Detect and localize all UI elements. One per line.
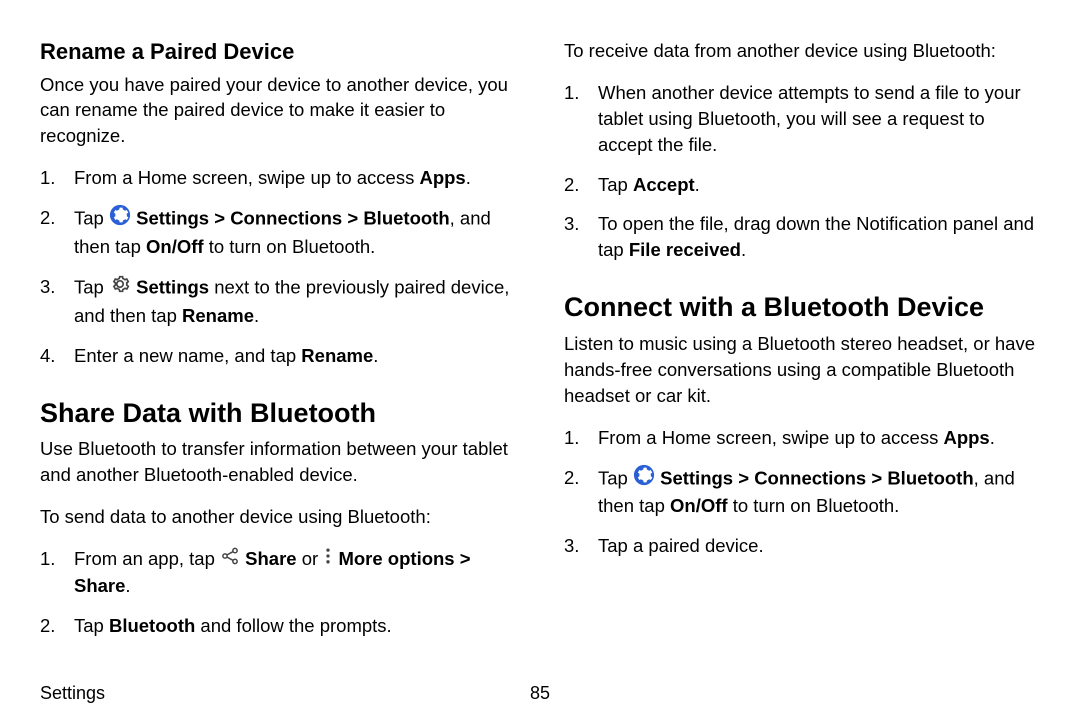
paragraph-connect-intro: Listen to music using a Bluetooth stereo… <box>564 331 1040 409</box>
footer-section-label: Settings <box>40 683 105 704</box>
text: . <box>990 427 995 448</box>
heading-rename-paired-device: Rename a Paired Device <box>40 38 516 66</box>
text: . <box>373 345 378 366</box>
receive-steps-list: When another device attempts to send a f… <box>564 80 1040 263</box>
paragraph-rename-intro: Once you have paired your device to anot… <box>40 72 516 150</box>
page-columns: Rename a Paired Device Once you have pai… <box>40 38 1040 653</box>
text-bold: > <box>342 207 363 228</box>
share-icon <box>220 546 240 573</box>
text-bold: On/Off <box>670 495 728 516</box>
text: to turn on Bluetooth. <box>204 236 376 257</box>
text: Tap <box>74 276 109 297</box>
paragraph-receive-intro: To receive data from another device usin… <box>564 38 1040 64</box>
text-bold: Bluetooth <box>109 615 195 636</box>
text-bold: Apps <box>943 427 989 448</box>
text-bold: Share <box>74 575 125 596</box>
text-bold: Settings <box>136 276 209 297</box>
paragraph-send-intro: To send data to another device using Blu… <box>40 504 516 530</box>
text-bold: More options <box>338 548 454 569</box>
text-bold: Apps <box>419 167 465 188</box>
text-bold: Rename <box>182 305 254 326</box>
text: Tap <box>598 467 633 488</box>
gear-filled-icon <box>633 464 655 493</box>
text-bold: Connections <box>754 467 866 488</box>
text-bold: On/Off <box>146 236 204 257</box>
text-bold: Bluetooth <box>887 467 973 488</box>
text-bold: > <box>455 548 471 569</box>
list-item: Tap Accept. <box>564 172 1040 198</box>
text: . <box>466 167 471 188</box>
list-item: Tap Settings next to the previously pair… <box>40 274 516 329</box>
heading-share-data: Share Data with Bluetooth <box>40 397 516 431</box>
list-item: To open the file, drag down the Notifica… <box>564 211 1040 263</box>
text: From a Home screen, swipe up to access <box>598 427 943 448</box>
text: Tap a paired device. <box>598 535 764 556</box>
paragraph-share-intro: Use Bluetooth to transfer information be… <box>40 436 516 488</box>
text-bold: Accept <box>633 174 695 195</box>
text: Tap <box>598 174 633 195</box>
list-item: From a Home screen, swipe up to access A… <box>564 425 1040 451</box>
text: Enter a new name, and tap <box>74 345 301 366</box>
text: . <box>695 174 700 195</box>
text-bold: Settings <box>660 467 733 488</box>
text: Tap <box>74 615 109 636</box>
text: From a Home screen, swipe up to access <box>74 167 419 188</box>
list-item: Enter a new name, and tap Rename. <box>40 343 516 369</box>
text: From an app, tap <box>74 548 220 569</box>
more-options-icon <box>323 546 333 573</box>
text-bold: > <box>733 467 754 488</box>
rename-steps-list: From a Home screen, swipe up to access A… <box>40 165 516 368</box>
text: to turn on Bluetooth. <box>728 495 900 516</box>
text: When another device attempts to send a f… <box>598 82 1021 155</box>
list-item: Tap a paired device. <box>564 533 1040 559</box>
footer-page-number: 85 <box>530 683 550 704</box>
heading-connect-bluetooth: Connect with a Bluetooth Device <box>564 291 1040 325</box>
text-bold: Settings <box>136 207 209 228</box>
text: and follow the prompts. <box>195 615 391 636</box>
list-item: From a Home screen, swipe up to access A… <box>40 165 516 191</box>
text: . <box>741 239 746 260</box>
text-bold: > <box>866 467 887 488</box>
list-item: When another device attempts to send a f… <box>564 80 1040 158</box>
text: or <box>297 548 324 569</box>
list-item: Tap Bluetooth and follow the prompts. <box>40 613 516 639</box>
text-bold: Share <box>245 548 296 569</box>
send-steps-list: From an app, tap Share or More options >… <box>40 546 516 639</box>
list-item: Tap Settings > Connections > Bluetooth, … <box>564 465 1040 520</box>
text: . <box>125 575 130 596</box>
connect-steps-list: From a Home screen, swipe up to access A… <box>564 425 1040 560</box>
left-column: Rename a Paired Device Once you have pai… <box>40 38 516 653</box>
list-item: From an app, tap Share or More options >… <box>40 546 516 599</box>
text: Tap <box>74 207 109 228</box>
text: . <box>254 305 259 326</box>
list-item: Tap Settings > Connections > Bluetooth, … <box>40 205 516 260</box>
text-bold: Rename <box>301 345 373 366</box>
text-bold: > <box>209 207 230 228</box>
text-bold: Connections <box>230 207 342 228</box>
text-bold: File received <box>629 239 741 260</box>
text-bold: Bluetooth <box>363 207 449 228</box>
gear-filled-icon <box>109 204 131 233</box>
gear-outline-icon <box>109 273 131 302</box>
right-column: To receive data from another device usin… <box>564 38 1040 653</box>
page-footer: Settings 85 <box>40 683 1040 704</box>
